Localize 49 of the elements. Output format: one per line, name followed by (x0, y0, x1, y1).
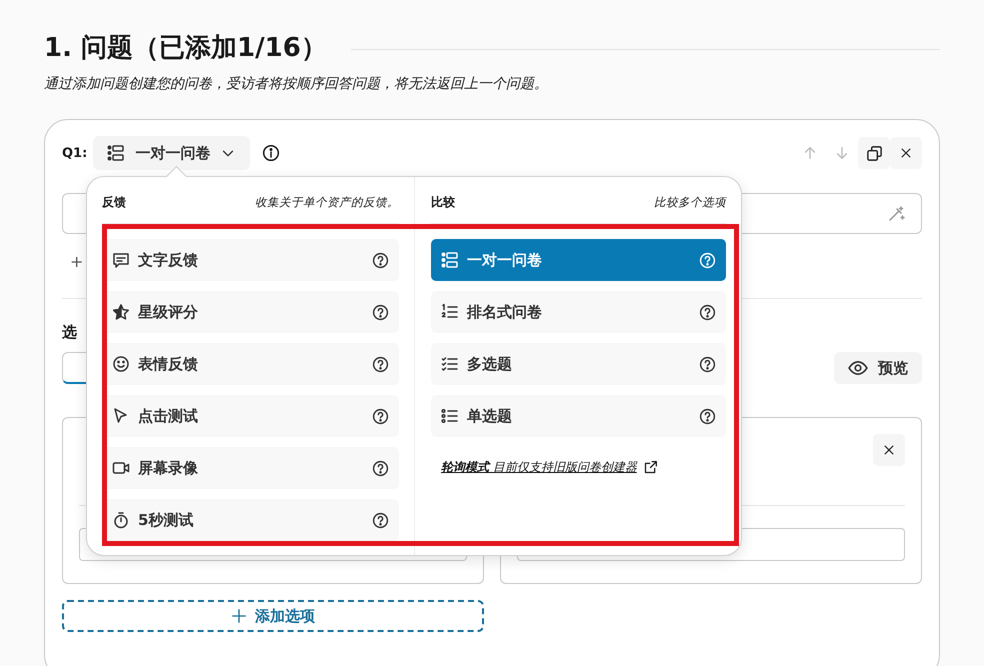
help-icon (699, 304, 716, 320)
help-icon (372, 356, 389, 372)
help-icon (372, 252, 389, 268)
menu-group-title: 反馈 (102, 194, 126, 210)
plus-icon (231, 608, 247, 624)
help-icon (372, 460, 389, 476)
question-type-dropdown[interactable]: 一对一问卷 (93, 136, 250, 170)
add-option-button[interactable]: 添加选项 (62, 600, 484, 632)
menu-group-description: 收集关于单个资产的反馈。 (255, 194, 399, 210)
external-link-icon (642, 460, 658, 475)
question-type-option[interactable]: 一对一问卷 (431, 239, 726, 281)
question-type-option[interactable]: 多选题 (431, 343, 726, 385)
help-icon (699, 356, 716, 372)
bullet-list-icon (441, 407, 459, 425)
help-icon (372, 408, 389, 424)
question-type-option[interactable]: 排名式问卷 (431, 291, 726, 333)
comment-icon (112, 251, 130, 269)
close-icon (899, 146, 913, 160)
arrow-down-icon (834, 145, 850, 161)
pairs-list-icon (441, 251, 459, 269)
magic-wand-icon (887, 204, 905, 222)
stopwatch-icon (112, 511, 130, 529)
add-symbol[interactable]: + (70, 252, 84, 270)
close-button[interactable] (890, 137, 922, 169)
question-type-option[interactable]: 单选题 (431, 395, 726, 437)
arrow-up-icon (802, 145, 818, 161)
close-button[interactable] (873, 434, 905, 466)
help-icon (372, 304, 389, 320)
pairs-list-icon (107, 144, 126, 162)
smile-icon (112, 355, 130, 373)
question-number: Q1: (62, 146, 88, 160)
star-icon (112, 303, 130, 321)
close-icon (882, 443, 896, 457)
help-icon (699, 252, 716, 268)
copy-button[interactable] (858, 137, 890, 169)
copy-icon (866, 144, 882, 162)
preview-button[interactable]: 预览 (834, 352, 922, 384)
menu-group-description: 比较多个选项 (654, 194, 726, 210)
eye-icon (848, 358, 868, 378)
poll-mode-link[interactable]: 轮询模式 目前仅支持旧版问卷创建器 (441, 459, 637, 476)
section-title: 1. 问题（已添加1/16） (44, 32, 327, 65)
help-icon (699, 408, 716, 424)
options-label: 选 (62, 323, 78, 342)
numbered-list-icon (441, 303, 459, 321)
help-icon (372, 512, 389, 528)
checklist-icon (441, 355, 459, 373)
section-description: 通过添加问题创建您的问卷，受访者将按顺序回答问题，将无法返回上一个问题。 (44, 75, 549, 93)
menu-group-title: 比较 (431, 194, 455, 210)
info-icon (262, 144, 280, 162)
